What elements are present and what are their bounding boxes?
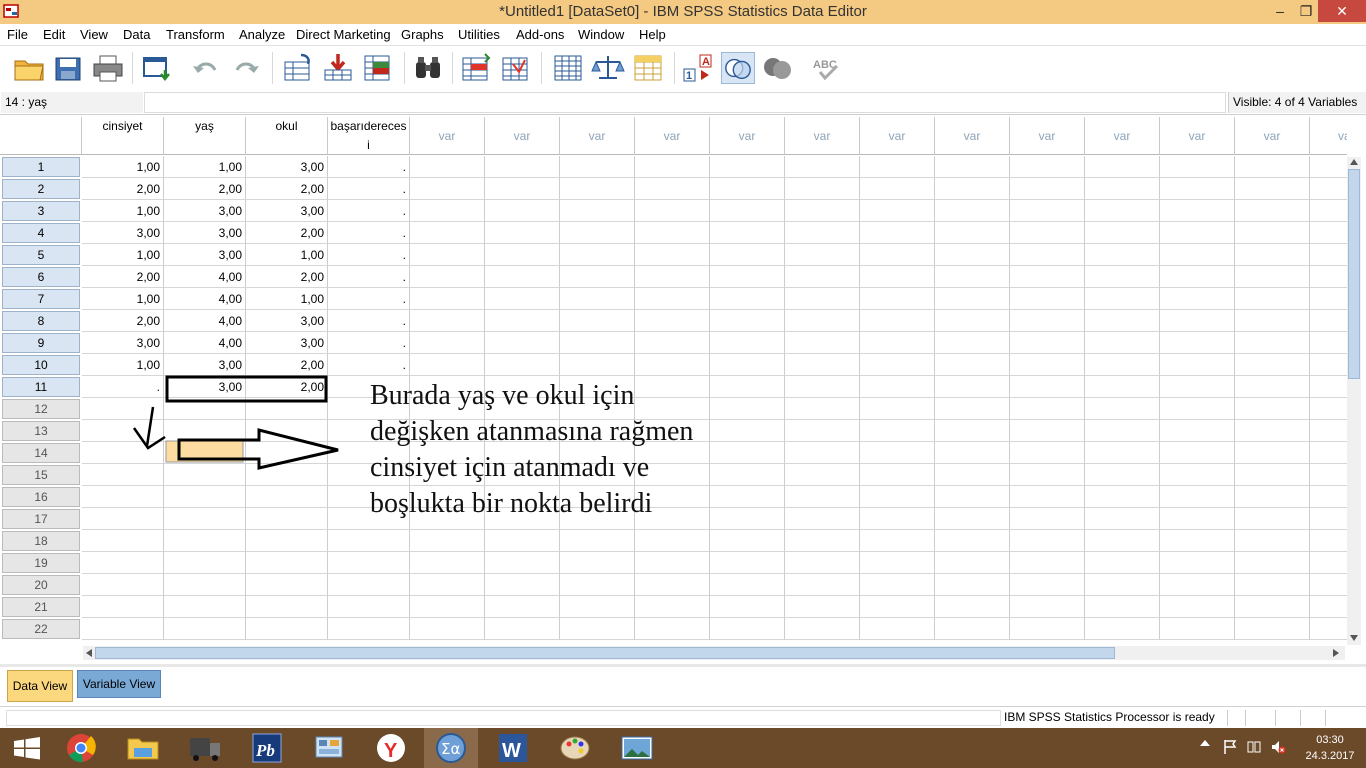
tray-expand-icon[interactable] (1200, 740, 1210, 746)
down-arrow-icon (132, 406, 166, 450)
network-icon[interactable] (1246, 739, 1262, 755)
file-explorer-icon[interactable] (116, 730, 170, 766)
spss-taskbar-icon[interactable]: Σα (424, 730, 478, 766)
control-panel-icon[interactable] (302, 730, 356, 766)
status-bar: IBM SPSS Statistics Processor is ready (0, 706, 1366, 728)
annotation-line: boşlukta bir nokta belirdi (370, 488, 653, 519)
view-tab-bar: Data View Variable View (0, 664, 1366, 704)
clock-date[interactable]: 24.3.2017 (1298, 750, 1362, 762)
annotation-line: Burada yaş ve okul için (370, 380, 635, 411)
status-message: IBM SPSS Statistics Processor is ready (1002, 710, 1228, 726)
taskbar: Pb Y Σα W 03:30 24.3.2017 (0, 728, 1366, 768)
tab-data-view[interactable]: Data View (7, 670, 73, 702)
word-icon[interactable]: W (486, 730, 540, 766)
vertical-scroll-thumb[interactable] (1348, 169, 1360, 379)
pb-app-icon[interactable]: Pb (240, 730, 294, 766)
truck-game-icon[interactable] (178, 730, 232, 766)
svg-text:Y: Y (384, 740, 398, 762)
annotation-line: cinsiyet için atanmadı ve (370, 452, 650, 483)
scroll-left-icon[interactable] (86, 649, 92, 657)
scroll-down-icon[interactable] (1350, 635, 1358, 641)
scroll-right-icon[interactable] (1333, 649, 1339, 657)
svg-text:Σα: Σα (441, 740, 460, 758)
flag-icon[interactable] (1222, 739, 1238, 755)
yandex-browser-icon[interactable]: Y (364, 730, 418, 766)
scroll-up-icon[interactable] (1350, 159, 1358, 165)
vertical-scrollbar[interactable] (1347, 157, 1361, 645)
chrome-icon[interactable] (54, 730, 108, 766)
annotation-line: değişken atanmasına rağmen (370, 416, 694, 447)
horizontal-scrollbar[interactable] (83, 646, 1345, 660)
start-button-icon[interactable] (0, 730, 54, 766)
photo-viewer-icon[interactable] (610, 730, 664, 766)
svg-text:W: W (502, 740, 521, 762)
highlight-box (165, 375, 328, 403)
tab-variable-view[interactable]: Variable View (77, 670, 161, 698)
paint-icon[interactable] (548, 730, 602, 766)
volume-muted-icon[interactable] (1270, 739, 1286, 755)
svg-text:Pb: Pb (255, 741, 275, 760)
horizontal-scroll-thumb[interactable] (95, 647, 1115, 659)
clock-time[interactable]: 03:30 (1298, 734, 1362, 746)
annotation-text: Burada yaş ve okul için değişken atanmas… (370, 378, 693, 522)
